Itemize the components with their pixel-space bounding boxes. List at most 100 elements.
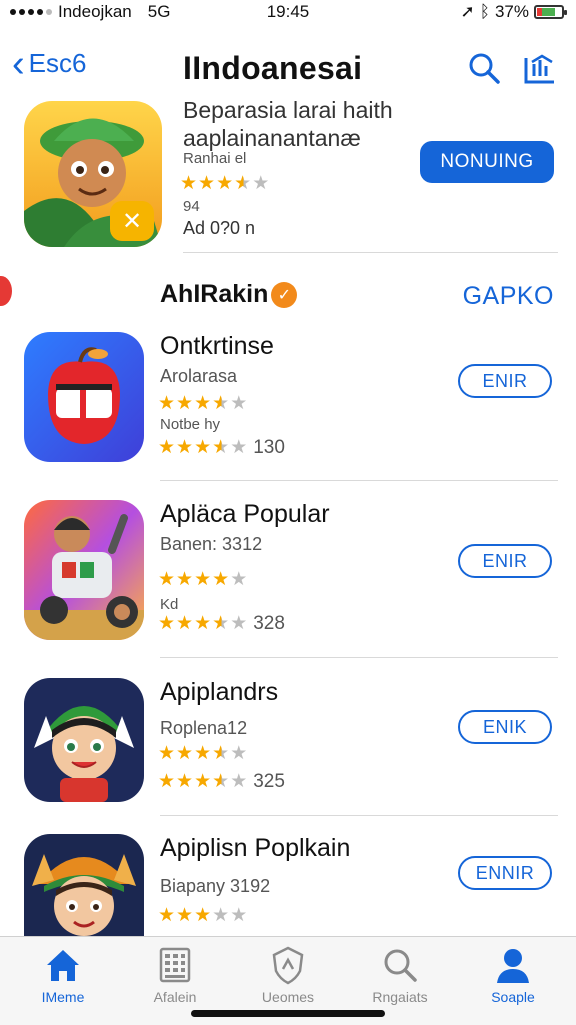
rating-count: 130 (253, 436, 285, 458)
star-icon: ★ (180, 173, 198, 194)
divider (160, 480, 558, 481)
profile-icon (497, 949, 529, 983)
svg-text:✕: ✕ (122, 207, 142, 235)
tab-label: Rngaiats (372, 989, 428, 1005)
chevron-left-icon: ‹ (12, 42, 25, 85)
star-icon: ★ (158, 771, 176, 792)
rating-stars: ★ ★ ★ ★ ★ (158, 612, 247, 635)
star-icon: ★ (176, 905, 194, 926)
back-button[interactable]: ‹ Esc6 (12, 42, 87, 85)
star-icon: ★ (234, 173, 252, 194)
star-icon: ★ (216, 173, 234, 194)
divider (160, 815, 558, 816)
app-icon[interactable] (24, 500, 144, 640)
tab-home[interactable]: IMeme (13, 937, 113, 1025)
rating-stars: ★ ★ ★ ★ ★ (158, 392, 247, 415)
star-icon: ★ (158, 569, 176, 590)
get-button[interactable]: ENIR (458, 544, 552, 578)
nav-bar: ‹ Esc6 IIndoanesai (0, 40, 576, 96)
games-shield-icon (272, 946, 304, 985)
rating-row: ★ ★ ★ ★ ★ 325 (158, 770, 285, 793)
star-icon: ★ (176, 393, 194, 414)
featured-app-size: 94 (183, 198, 200, 215)
app-icon[interactable] (24, 332, 144, 462)
search-icon[interactable] (466, 50, 502, 86)
star-icon: ★ (212, 613, 230, 634)
app-name: Apiplandrs (160, 678, 279, 706)
nav-actions (466, 50, 558, 86)
star-icon: ★ (230, 437, 248, 458)
notification-dot (0, 276, 12, 306)
app-subtitle: Biapany 3192 (160, 876, 271, 896)
star-icon: ★ (230, 613, 248, 634)
star-icon: ★ (212, 393, 230, 414)
app-icon[interactable] (24, 678, 144, 802)
divider (183, 252, 558, 253)
featured-rating-stars: ★ ★ ★ ★ ★ (180, 172, 269, 195)
rating-stars: ★ ★ ★ ★ ★ (158, 436, 247, 459)
home-icon (47, 950, 79, 981)
featured-app-icon[interactable]: ✕ (24, 101, 162, 247)
star-icon: ★ (176, 437, 194, 458)
get-button[interactable]: ENNIR (458, 856, 552, 890)
star-icon: ★ (176, 569, 194, 590)
share-icon[interactable] (522, 50, 558, 86)
app-icon[interactable] (24, 834, 144, 936)
star-icon: ★ (158, 613, 176, 634)
list-item[interactable]: Apiplandrs Roplena12 ★ ★ ★ ★ ★ ★ ★ ★ ★ ★ 325 ENI… (0, 678, 576, 828)
tab-label: Afalein (153, 989, 197, 1005)
featured-get-button[interactable]: NONUING (420, 141, 554, 183)
star-icon: ★ (212, 771, 230, 792)
star-icon: ★ (230, 771, 248, 792)
star-icon: ★ (194, 905, 212, 926)
tab-label: Ueomes (261, 989, 315, 1005)
star-icon: ★ (176, 771, 194, 792)
rating-stars: ★ ★ ★ ★ ★ (158, 742, 247, 765)
rating-row: ★ ★ ★ ★ ★ 130 (158, 436, 285, 459)
app-subtitle: Roplena12 (160, 718, 248, 738)
get-button[interactable]: ENIK (458, 710, 552, 744)
star-icon: ★ (198, 173, 216, 194)
page-title: IIndoanesai (183, 50, 363, 86)
back-label: Esc6 (28, 48, 87, 78)
list-item[interactable]: Apläca Popular Banen: 3312 ★ ★ ★ ★ ★ Kd ★ ★ ★ ★… (0, 500, 576, 650)
star-icon: ★ (194, 569, 212, 590)
see-all-link[interactable]: GAPKO (463, 282, 554, 311)
rating-stars: ★ ★ ★ ★ ★ (158, 568, 247, 591)
star-icon: ★ (176, 743, 194, 764)
list-item[interactable]: Ontkrtinse Arolarasa ★ ★ ★ ★ ★ Notbe hy ★ ★ ★ ★… (0, 332, 576, 482)
star-icon: ★ (158, 437, 176, 458)
star-icon: ★ (230, 905, 248, 926)
app-name: Apläca Popular (160, 500, 330, 528)
featured-app-subtitle: Ranhai el (183, 150, 247, 167)
featured-app: ✕ Beparasia larai haith aaplainanantanæ … (0, 96, 576, 256)
tab-profile[interactable]: Soaple (463, 937, 563, 1025)
location-icon: ➚ (460, 2, 475, 21)
star-icon: ★ (158, 743, 176, 764)
featured-app-price: Ad 0?0 n (183, 218, 256, 238)
star-icon: ★ (212, 569, 230, 590)
app-meta: Kd (160, 596, 179, 613)
star-icon: ★ (194, 613, 212, 634)
get-button[interactable]: ENIR (458, 364, 552, 398)
home-indicator[interactable] (191, 1010, 385, 1017)
app-name: Ontkrtinse (160, 332, 274, 360)
section-title: AhIRakin ✓ (160, 280, 298, 309)
star-icon: ★ (176, 613, 194, 634)
section-title-label: AhIRakin (160, 280, 269, 308)
star-icon: ★ (212, 743, 230, 764)
battery-icon (534, 5, 567, 19)
apps-grid-icon (159, 947, 191, 983)
star-icon: ★ (212, 905, 230, 926)
rating-row: ★ ★ ★ ★ ★ 328 (158, 612, 285, 635)
tab-label: IMeme (41, 989, 85, 1005)
star-icon: ★ (230, 393, 248, 414)
divider (160, 657, 558, 658)
search-icon (384, 949, 417, 982)
star-icon: ★ (212, 437, 230, 458)
rating-count: 328 (253, 612, 285, 634)
app-subtitle: Banen: 3312 (160, 534, 263, 554)
verified-check-icon: ✓ (271, 281, 298, 308)
star-icon: ★ (194, 393, 212, 414)
star-icon: ★ (252, 173, 270, 194)
